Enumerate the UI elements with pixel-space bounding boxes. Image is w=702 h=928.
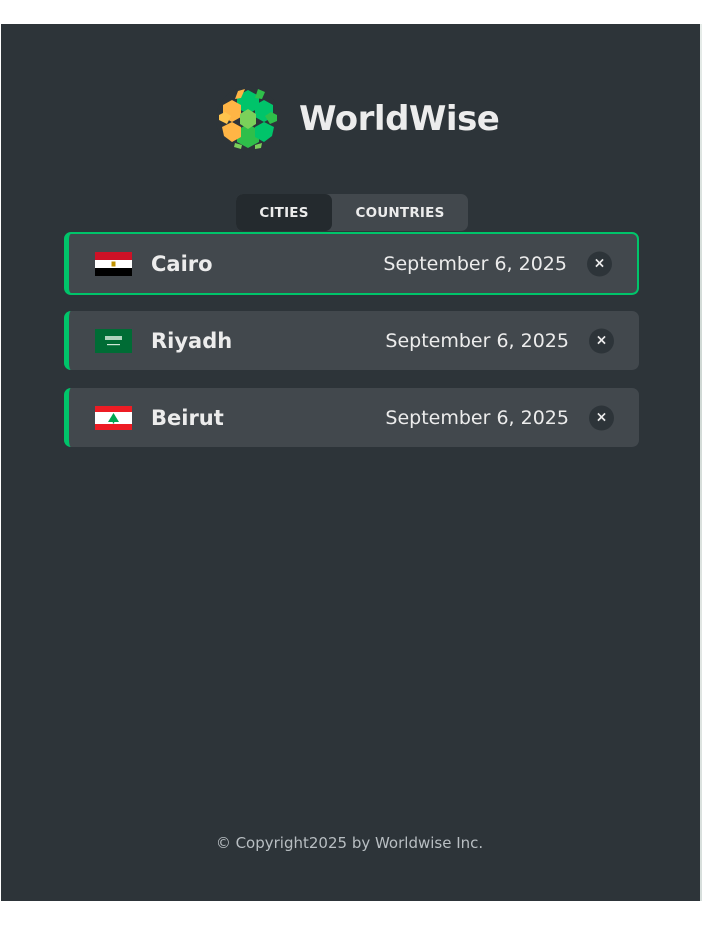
footer-copyright: © Copyright2025 by Worldwise Inc.: [215, 834, 484, 852]
city-item-cairo[interactable]: Cairo September 6, 2025 ×: [64, 232, 639, 295]
delete-city-button[interactable]: ×: [589, 405, 614, 430]
app-name: WorldWise: [299, 99, 500, 139]
egypt-flag-icon: [95, 251, 132, 276]
globe-logo-icon: [216, 87, 280, 151]
tab-cities[interactable]: CITIES: [236, 194, 332, 231]
city-item-beirut[interactable]: Beirut September 6, 2025 ×: [64, 388, 639, 447]
city-date: September 6, 2025: [383, 252, 567, 275]
city-list: Cairo September 6, 2025 × Riyadh Septemb…: [64, 232, 639, 465]
delete-city-button[interactable]: ×: [587, 251, 612, 276]
view-tabs: CITIES COUNTRIES: [236, 194, 468, 231]
city-date: September 6, 2025: [385, 406, 569, 429]
city-date: September 6, 2025: [385, 329, 569, 352]
city-name: Riyadh: [151, 328, 233, 353]
tab-countries[interactable]: COUNTRIES: [332, 194, 468, 231]
saudi-arabia-flag-icon: [95, 328, 132, 353]
lebanon-flag-icon: [95, 405, 132, 430]
city-item-riyadh[interactable]: Riyadh September 6, 2025 ×: [64, 311, 639, 370]
city-name: Beirut: [151, 405, 224, 430]
app-logo[interactable]: WorldWise: [215, 86, 500, 152]
delete-city-button[interactable]: ×: [589, 328, 614, 353]
city-name: Cairo: [151, 251, 213, 276]
